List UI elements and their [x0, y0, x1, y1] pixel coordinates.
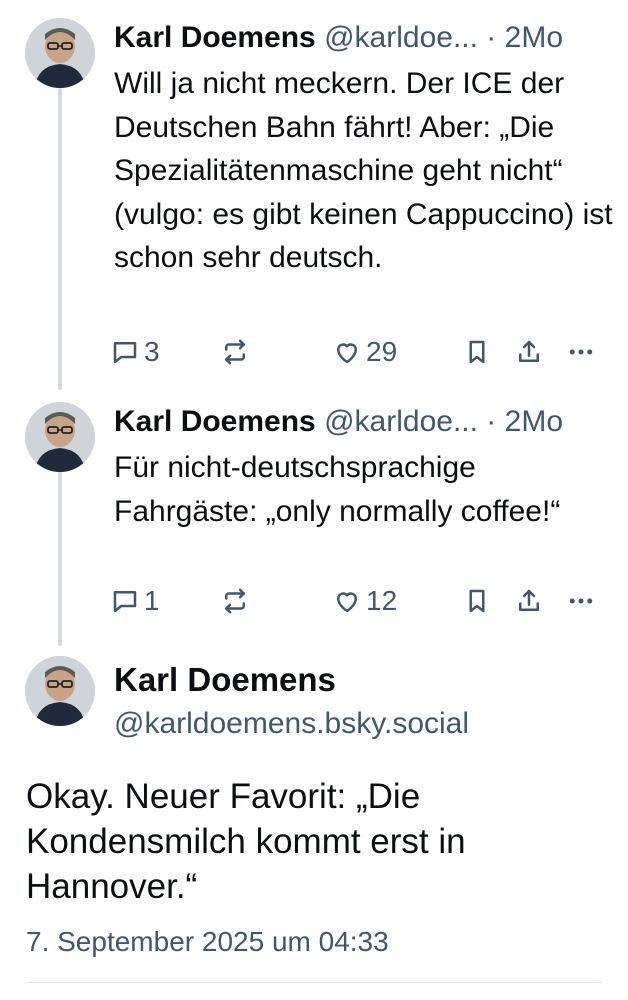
more-options-button[interactable]: [566, 332, 596, 372]
thread-connector-line: [58, 88, 62, 390]
like-button[interactable]: 29: [332, 332, 397, 372]
bookmark-button[interactable]: [462, 581, 492, 621]
repost-button[interactable]: [220, 581, 254, 621]
post-time[interactable]: 2Mo: [505, 405, 563, 438]
share-button[interactable]: [514, 581, 544, 621]
bookmark-icon: [462, 337, 492, 367]
avatar[interactable]: [25, 402, 95, 472]
more-options-button[interactable]: [566, 581, 596, 621]
post-header: Karl Doemens @karldoe... · 2Mo: [114, 404, 614, 440]
share-icon: [514, 337, 544, 367]
author-name[interactable]: Karl Doemens: [114, 21, 316, 54]
like-count: 29: [366, 336, 398, 367]
author-name[interactable]: Karl Doemens: [114, 405, 316, 438]
post-header: Karl Doemens @karldoe... · 2Mo: [114, 20, 614, 56]
post-actions: 1 12: [110, 581, 610, 621]
post-text: Okay. Neuer Favorit: „Die Kondensmilch k…: [26, 777, 466, 906]
avatar[interactable]: [25, 656, 95, 726]
like-button[interactable]: 12: [332, 581, 397, 621]
like-heart-icon: [332, 337, 362, 367]
reply-button[interactable]: 3: [110, 332, 160, 372]
post-actions: 3 29: [110, 332, 610, 372]
divider: [26, 982, 602, 983]
author-name[interactable]: Karl Doemens: [114, 660, 336, 700]
author-handle[interactable]: @karldoemens.bsky.social: [114, 706, 469, 742]
post-timestamp: 7. September 2025 um 04:33: [26, 926, 389, 957]
avatar[interactable]: [25, 18, 95, 88]
separator: ·: [486, 405, 497, 438]
post-text: Will ja nicht meckern. Der ICE der Deuts…: [114, 67, 613, 274]
bookmark-icon: [462, 586, 492, 616]
thread-connector-line: [58, 470, 62, 646]
author-handle[interactable]: @karldoe...: [324, 405, 478, 438]
repost-icon: [220, 586, 250, 616]
bookmark-button[interactable]: [462, 332, 492, 372]
reply-button[interactable]: 1: [110, 581, 160, 621]
more-icon: [566, 337, 596, 367]
author-handle[interactable]: @karldoe...: [324, 21, 478, 54]
separator: ·: [486, 21, 497, 54]
share-button[interactable]: [514, 332, 544, 372]
reply-count: 3: [144, 336, 160, 367]
reply-icon: [110, 586, 140, 616]
reply-icon: [110, 337, 140, 367]
repost-icon: [220, 337, 250, 367]
more-icon: [566, 586, 596, 616]
share-icon: [514, 586, 544, 616]
like-heart-icon: [332, 586, 362, 616]
repost-button[interactable]: [220, 332, 254, 372]
reply-count: 1: [144, 585, 160, 616]
post-text: Für nicht-deutschsprachige Fahrgäste: „o…: [114, 451, 561, 528]
post-time[interactable]: 2Mo: [505, 21, 563, 54]
like-count: 12: [366, 585, 398, 616]
